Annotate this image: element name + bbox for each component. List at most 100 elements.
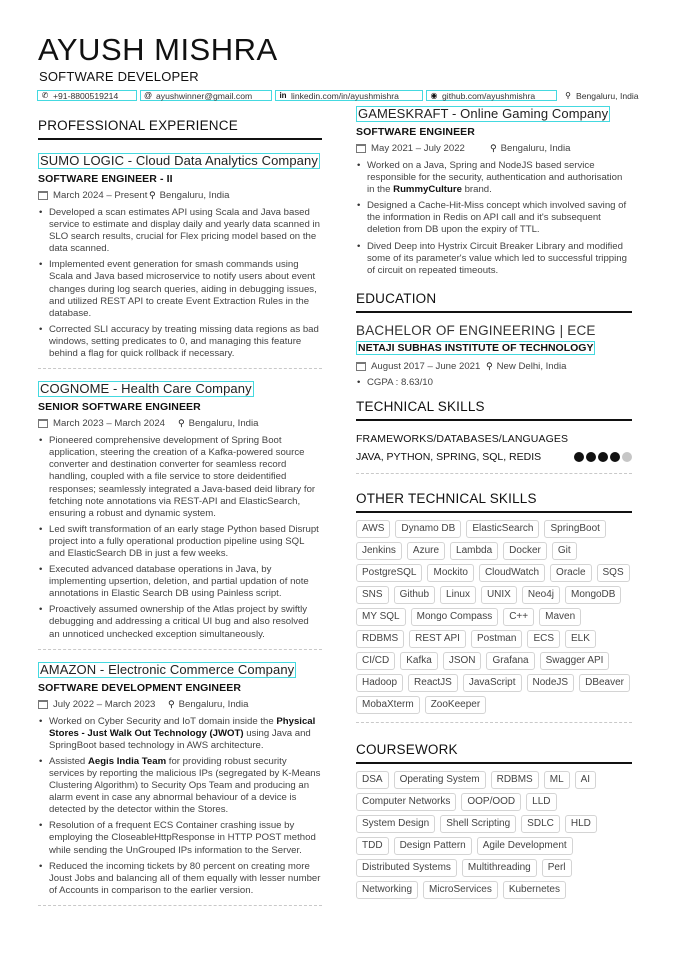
company-link[interactable]: AMAZON - Electronic Commerce Company bbox=[38, 661, 297, 678]
skill-tag: ML bbox=[543, 770, 570, 789]
location: ⚲ Bengaluru, India bbox=[560, 90, 643, 101]
job-bullets: Developed a scan estimates API using Sca… bbox=[38, 207, 322, 360]
bullet: Resolution of a frequent ECS Container c… bbox=[38, 820, 322, 856]
company-link[interactable]: COGNOME - Health Care Company bbox=[38, 381, 254, 398]
skill-tag: MobaXterm bbox=[356, 695, 420, 714]
skill-tag: AI bbox=[574, 770, 597, 789]
divider bbox=[38, 648, 322, 650]
skill-tag: Hadoop bbox=[356, 673, 404, 692]
school-link[interactable]: NETAJI SUBHAS INSTITUTE OF TECHNOLOGY bbox=[356, 340, 596, 355]
skill-tag: Neo4j bbox=[521, 585, 560, 604]
skill-tag: JavaScript bbox=[462, 673, 522, 692]
education-location: New Delhi, India bbox=[496, 360, 567, 372]
skill-tag: SpringBoot bbox=[544, 519, 606, 538]
job-title: SOFTWARE ENGINEER - II bbox=[38, 173, 173, 185]
job-dates: May 2021 – July 2022 bbox=[371, 143, 465, 154]
bullet: Corrected SLI accuracy by treating missi… bbox=[38, 324, 322, 360]
calendar-icon bbox=[38, 191, 48, 200]
bullet: Proactively assumed ownership of the Atl… bbox=[38, 604, 322, 640]
job-bullets: Worked on Cyber Security and IoT domain … bbox=[38, 716, 322, 897]
phone-number: +91-8800519214 bbox=[53, 90, 119, 101]
job-title: SENIOR SOFTWARE ENGINEER bbox=[38, 401, 201, 414]
skill-tag: Perl bbox=[541, 858, 572, 877]
skill-tag: Distributed Systems bbox=[356, 858, 457, 877]
bullet: Executed advanced database operations in… bbox=[38, 564, 322, 600]
education-meta: August 2017 – June 2021 ⚲ New Delhi, Ind… bbox=[356, 361, 632, 372]
map-pin-icon: ⚲ bbox=[149, 190, 156, 200]
job-meta: March 2024 – Present ⚲ Bengaluru, India bbox=[38, 190, 322, 201]
map-pin-icon: ⚲ bbox=[490, 143, 497, 153]
skill-tag: RDBMS bbox=[356, 629, 405, 648]
phone-link[interactable]: ✆ +91-8800519214 bbox=[37, 90, 137, 101]
candidate-title: SOFTWARE DEVELOPER bbox=[39, 69, 199, 84]
skill-tag: RDBMS bbox=[490, 770, 539, 789]
skill-row: JAVA, PYTHON, SPRING, SQL, REDIS bbox=[356, 451, 632, 463]
company-link[interactable]: GAMESKRAFT - Online Gaming Company bbox=[356, 106, 611, 122]
map-pin-icon: ⚲ bbox=[486, 360, 493, 371]
rating-dot-filled bbox=[574, 451, 584, 462]
experience-heading: PROFESSIONAL EXPERIENCE bbox=[38, 118, 322, 140]
job-location: Bengaluru, India bbox=[159, 190, 230, 201]
skill-rating bbox=[574, 451, 632, 462]
skill-tag: REST API bbox=[409, 629, 466, 648]
skill-tag: LLD bbox=[526, 792, 557, 811]
job-gameskraft: GAMESKRAFT - Online Gaming Company SOFTW… bbox=[356, 105, 632, 277]
bullet: Designed a Cache-Hit-Miss concept which … bbox=[356, 200, 632, 236]
skill-tag: Swagger API bbox=[539, 651, 610, 670]
company-link[interactable]: SUMO LOGIC - Cloud Data Analytics Compan… bbox=[38, 153, 320, 169]
job-dates: March 2024 – Present bbox=[53, 190, 148, 201]
linkedin-link[interactable]: in linkedin.com/in/ayushmishra bbox=[275, 90, 423, 101]
skill-tag: UNIX bbox=[480, 585, 517, 604]
job-dates: July 2022 – March 2023 bbox=[53, 698, 156, 710]
calendar-icon bbox=[38, 699, 48, 709]
divider bbox=[356, 721, 632, 723]
skill-tag: MicroServices bbox=[423, 880, 498, 899]
bullet: Implemented event generation for smash c… bbox=[38, 259, 322, 319]
skill-category: FRAMEWORKS/DATABASES/LANGUAGES bbox=[356, 432, 569, 445]
job-location: Bengaluru, India bbox=[188, 418, 259, 430]
calendar-icon bbox=[38, 419, 48, 429]
education-bullets: CGPA : 8.63/10 bbox=[356, 377, 632, 389]
right-column: GAMESKRAFT - Online Gaming Company SOFTW… bbox=[356, 105, 632, 899]
calendar-icon bbox=[356, 144, 366, 153]
email-address: ayushwinner@gmail.com bbox=[156, 90, 253, 101]
skill-tag: TDD bbox=[356, 836, 389, 855]
skill-tag: C++ bbox=[503, 607, 535, 626]
skill-tag: Kubernetes bbox=[502, 880, 566, 899]
skill-tag: Networking bbox=[356, 880, 419, 899]
skill-tag: Docker bbox=[503, 541, 547, 560]
job-meta: March 2023 – March 2024 ⚲ Bengaluru, Ind… bbox=[38, 418, 322, 429]
divider bbox=[38, 368, 322, 370]
bullet: Dived Deep into Hystrix Circuit Breaker … bbox=[356, 241, 632, 277]
skill-tag: Mongo Compass bbox=[410, 607, 499, 626]
skill-tag: ZooKeeper bbox=[424, 695, 487, 714]
bullet: Developed a scan estimates API using Sca… bbox=[38, 207, 322, 255]
email-link[interactable]: @ ayushwinner@gmail.com bbox=[140, 90, 272, 101]
map-pin-icon: ⚲ bbox=[168, 698, 175, 709]
skill-tag: DSA bbox=[356, 770, 389, 789]
skill-tag: Github bbox=[393, 585, 436, 604]
technical-skills-entry: FRAMEWORKS/DATABASES/LANGUAGES JAVA, PYT… bbox=[356, 433, 632, 474]
divider bbox=[356, 472, 632, 474]
map-pin-icon: ⚲ bbox=[178, 418, 185, 429]
job-title: SOFTWARE ENGINEER bbox=[356, 126, 475, 138]
linkedin-icon: in bbox=[279, 91, 287, 100]
at-icon: @ bbox=[143, 91, 153, 100]
skill-tag: Git bbox=[551, 541, 577, 560]
skill-tag: Shell Scripting bbox=[440, 814, 517, 833]
skill-tag: ElasticSearch bbox=[466, 519, 540, 538]
bullet: Pioneered comprehensive development of S… bbox=[38, 435, 322, 520]
rating-dot-filled bbox=[586, 451, 596, 462]
skill-tag: ReactJS bbox=[408, 673, 458, 692]
other-skills-tags: AWS Dynamo DB ElasticSearch SpringBoot Jenki… bbox=[356, 519, 632, 714]
education-heading: EDUCATION bbox=[356, 291, 632, 313]
skill-tag: MongoDB bbox=[564, 585, 622, 604]
bullet: Led swift transformation of an early sta… bbox=[38, 524, 322, 560]
github-link[interactable]: ◉ github.com/ayushmishra bbox=[426, 90, 557, 101]
github-icon: ◉ bbox=[430, 91, 438, 100]
education-dates: August 2017 – June 2021 bbox=[371, 360, 481, 372]
technical-skills-heading: TECHNICAL SKILLS bbox=[356, 399, 632, 421]
skill-tag: Multithreading bbox=[461, 858, 537, 877]
github-url: github.com/ayushmishra bbox=[442, 90, 536, 101]
linkedin-url: linkedin.com/in/ayushmishra bbox=[291, 90, 399, 101]
